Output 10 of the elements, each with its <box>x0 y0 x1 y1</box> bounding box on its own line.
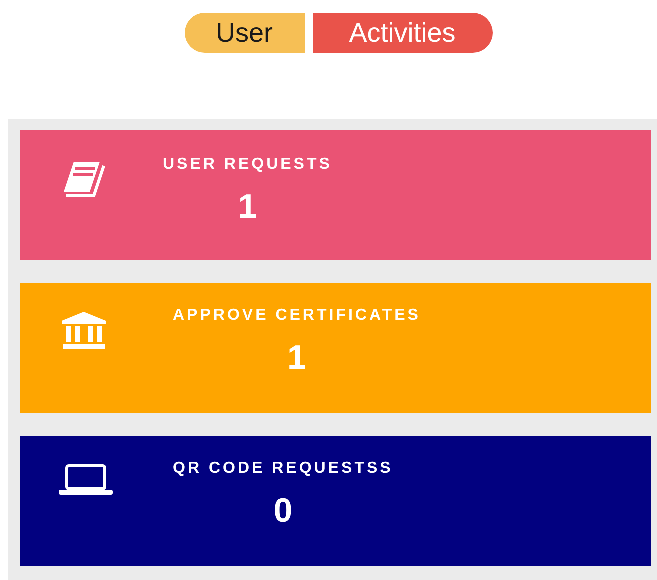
laptop-icon <box>58 464 114 496</box>
card-title: USER REQUESTS <box>163 156 332 174</box>
toggle-button[interactable]: User <box>184 13 304 53</box>
card-count: 0 <box>274 492 293 531</box>
card-count: 1 <box>238 188 258 227</box>
bank-icon <box>60 311 108 351</box>
toggle-button[interactable]: Activities <box>312 13 492 53</box>
card-count: 1 <box>288 339 306 378</box>
card-title: APPROVE CERTIFICATES <box>173 307 421 325</box>
card-title: QR CODE REQUESTSS <box>173 460 394 478</box>
